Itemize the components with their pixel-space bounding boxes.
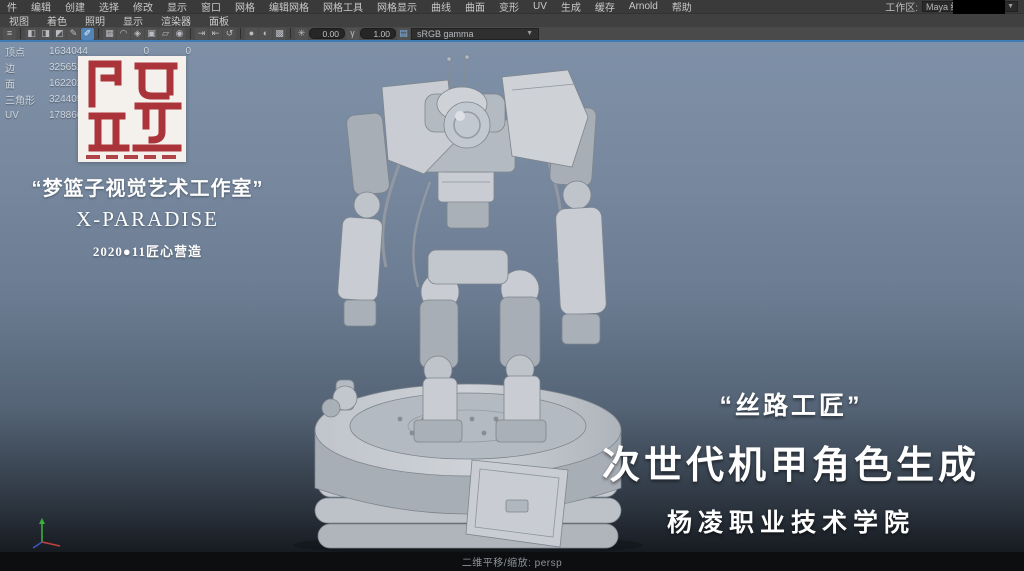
maya-window: 件 编辑 创建 选择 修改 显示 窗口 网格 编辑网格 网格工具 网格显示 曲线… — [0, 0, 1024, 571]
panel-menu-bar: 视图 着色 照明 显示 渲染器 面板 — [0, 13, 1024, 27]
panel-menu-view[interactable]: 视图 — [0, 13, 38, 28]
main-menu-bar: 件 编辑 创建 选择 修改 显示 窗口 网格 编辑网格 网格工具 网格显示 曲线… — [0, 0, 1024, 13]
history-toggle-icon[interactable]: ≡ — [3, 28, 16, 40]
caption-subtitle: 杨凌职业技术学院 — [576, 503, 1006, 539]
censor-box — [953, 0, 1005, 14]
panel-menu-show[interactable]: 显示 — [114, 13, 152, 28]
workspace-label: 工作区: — [885, 0, 918, 14]
menu-curves[interactable]: 曲线 — [424, 0, 458, 14]
camera-label: 二维平移/缩放: persp — [462, 554, 562, 569]
menu-help[interactable]: 帮助 — [665, 0, 699, 14]
caption-title: 次世代机甲角色生成 — [576, 434, 1006, 489]
make-live-icon[interactable]: ◉ — [173, 28, 186, 40]
lasso-tool-icon[interactable]: ✎ — [67, 28, 80, 40]
construction-history-icon[interactable]: ↺ — [223, 28, 236, 40]
render-frame-icon[interactable]: ● — [245, 28, 258, 40]
menu-uv[interactable]: UV — [526, 1, 554, 12]
panel-menu-shading[interactable]: 着色 — [38, 13, 76, 28]
select-component-icon[interactable]: ◩ — [53, 28, 66, 40]
snap-projected-center-icon[interactable]: ▣ — [145, 28, 158, 40]
render-settings-icon[interactable]: ▩ — [273, 28, 286, 40]
menu-file[interactable]: 件 — [0, 0, 24, 14]
menu-edit[interactable]: 编辑 — [24, 0, 58, 14]
panel-menu-renderer[interactable]: 渲染器 — [152, 13, 200, 28]
menu-create[interactable]: 创建 — [58, 0, 92, 14]
menu-surfaces[interactable]: 曲面 — [458, 0, 492, 14]
output-connections-icon[interactable]: ⇤ — [209, 28, 222, 40]
menu-deform[interactable]: 变形 — [492, 0, 526, 14]
exposure-icon[interactable]: ✳ — [295, 28, 308, 40]
menu-windows[interactable]: 窗口 — [194, 0, 228, 14]
snap-point-icon[interactable]: ◈ — [131, 28, 144, 40]
menu-mesh-display[interactable]: 网格显示 — [370, 0, 424, 14]
menu-mesh[interactable]: 网格 — [228, 0, 262, 14]
viewport-footer-bar: 二维平移/缩放: persp — [0, 552, 1024, 571]
colorspace-dropdown[interactable]: sRGB gamma ▼ — [411, 28, 539, 40]
view-axis-gizmo — [26, 516, 70, 550]
select-object-icon[interactable]: ◨ — [39, 28, 52, 40]
menu-mesh-tools[interactable]: 网格工具 — [316, 0, 370, 14]
chevron-down-icon: ▼ — [1007, 3, 1014, 10]
caption-quote: “丝路工匠” — [576, 386, 1006, 422]
panel-menu-lighting[interactable]: 照明 — [76, 13, 114, 28]
gamma-field[interactable]: 1.00 — [360, 28, 396, 39]
snap-view-plane-icon[interactable]: ▱ — [159, 28, 172, 40]
panel-toolbar: ≡ ◧ ◨ ◩ ✎ ✐ ▦ ◠ ◈ ▣ ▱ ◉ ⇥ ⇤ ↺ ● ◐ ▩ ✳ 0.… — [0, 27, 1024, 40]
menu-display[interactable]: 显示 — [160, 0, 194, 14]
menu-edit-mesh[interactable]: 编辑网格 — [262, 0, 316, 14]
ipr-render-icon[interactable]: ◐ — [259, 28, 272, 40]
snap-curve-icon[interactable]: ◠ — [117, 28, 130, 40]
panel-menu-panels[interactable]: 面板 — [200, 13, 238, 28]
paint-select-icon[interactable]: ✐ — [81, 28, 94, 40]
menu-cache[interactable]: 缓存 — [588, 0, 622, 14]
exposure-field[interactable]: 0.00 — [309, 28, 345, 39]
colorspace-icon[interactable]: ▤ — [397, 28, 410, 40]
workspace-dropdown[interactable]: Maya 经典 ▼ — [922, 1, 1018, 12]
title-caption: “丝路工匠” 次世代机甲角色生成 杨凌职业技术学院 — [576, 386, 1006, 539]
menu-generate[interactable]: 生成 — [554, 0, 588, 14]
gamma-icon[interactable]: γ — [346, 28, 359, 40]
menu-modify[interactable]: 修改 — [126, 0, 160, 14]
chevron-down-icon: ▼ — [526, 30, 533, 37]
colorspace-value: sRGB gamma — [417, 29, 474, 39]
menu-select[interactable]: 选择 — [92, 0, 126, 14]
select-hierarchy-icon[interactable]: ◧ — [25, 28, 38, 40]
input-connections-icon[interactable]: ⇥ — [195, 28, 208, 40]
snap-grid-icon[interactable]: ▦ — [103, 28, 116, 40]
menu-arnold[interactable]: Arnold — [622, 1, 665, 12]
perspective-viewport[interactable]: 顶点 1634044 0 0 边 3256521 面 1622024 三角形 3… — [0, 42, 1024, 552]
